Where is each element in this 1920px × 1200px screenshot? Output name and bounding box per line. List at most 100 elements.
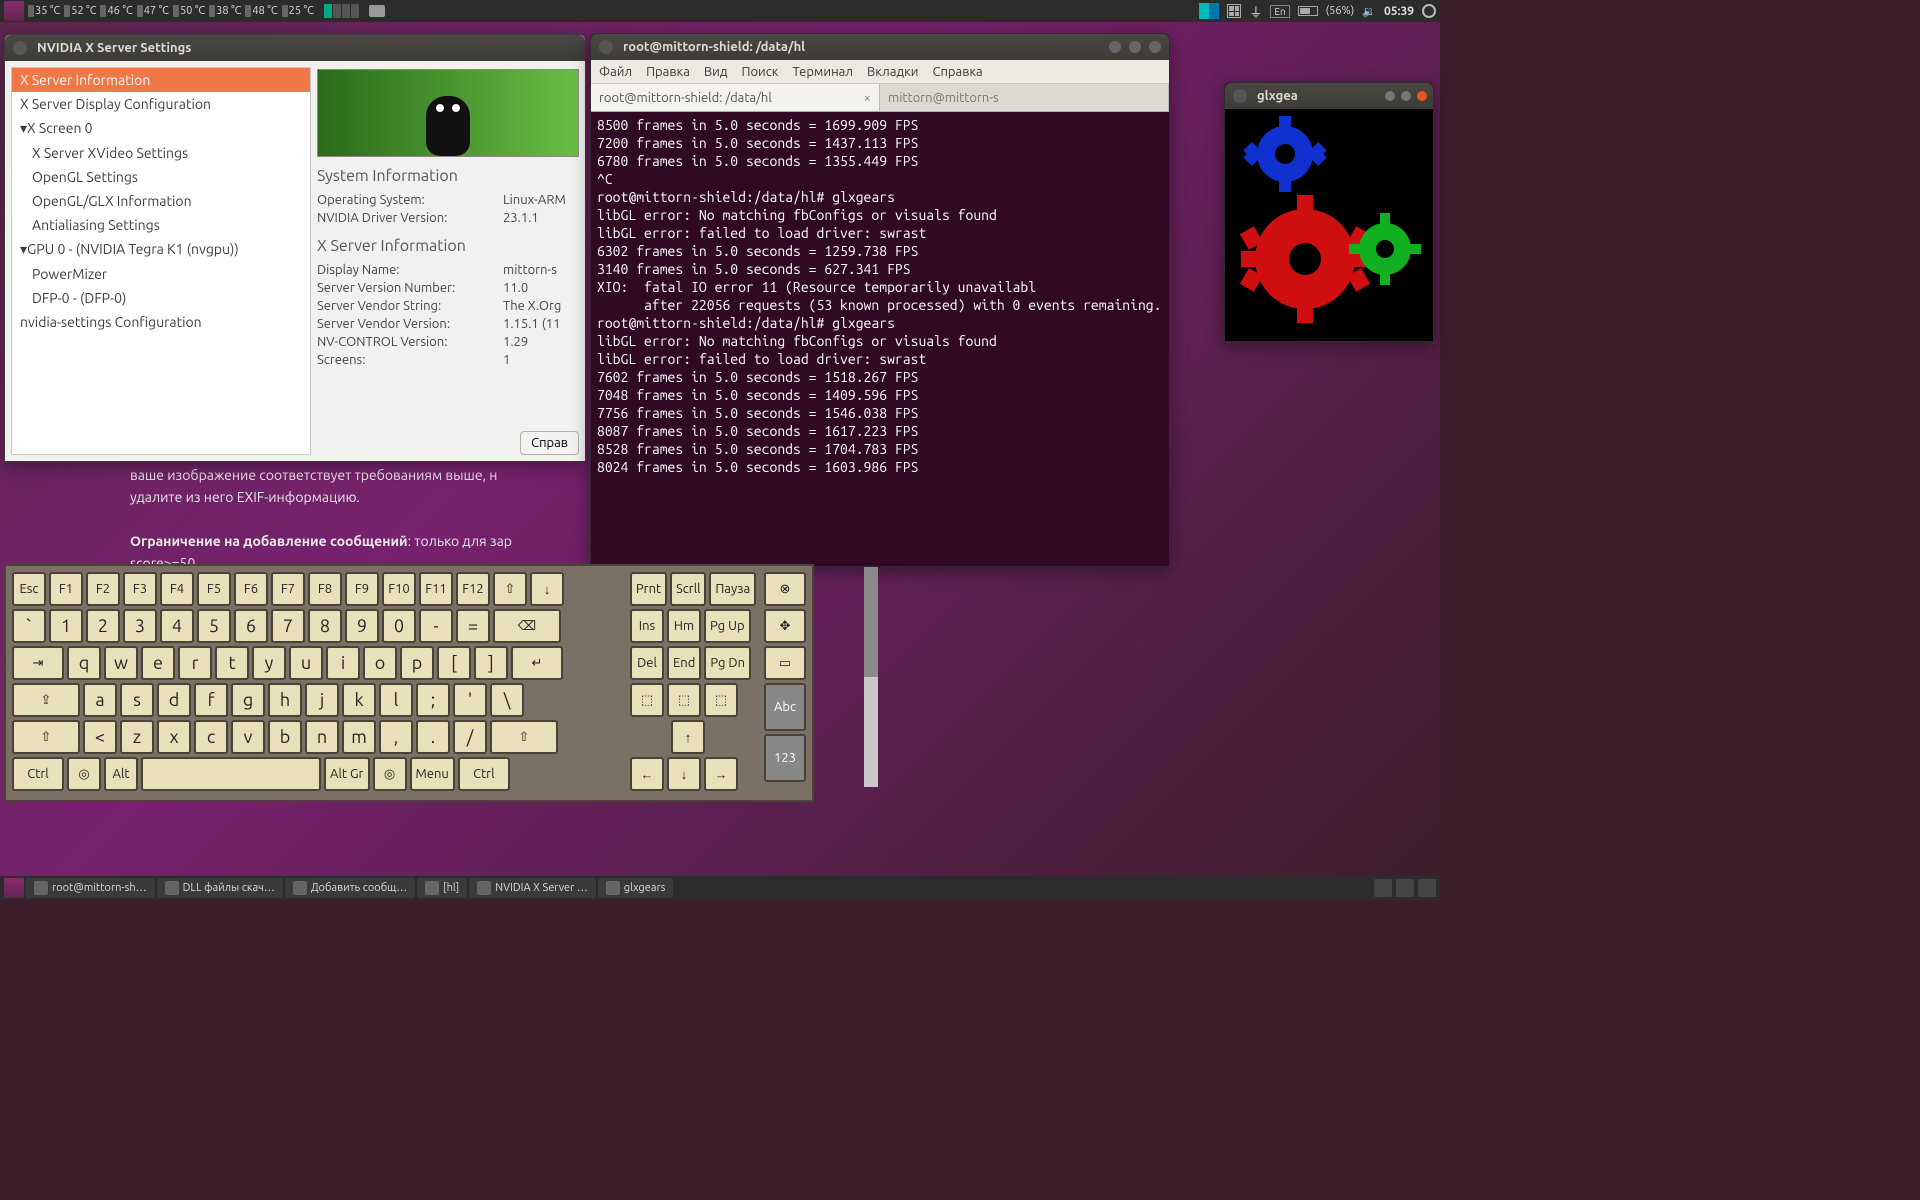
key-sym[interactable]: ← xyxy=(630,757,664,791)
key-t[interactable]: t xyxy=(215,646,249,680)
tray-icon[interactable] xyxy=(1418,879,1436,897)
session-gear-icon[interactable] xyxy=(1422,4,1436,18)
taskbar-item[interactable]: [hl] xyxy=(417,878,467,898)
key-F10[interactable]: F10 xyxy=(382,572,416,606)
sidebar-item[interactable]: PowerMizer xyxy=(12,262,310,286)
key-side[interactable]: Abc xyxy=(764,683,806,731)
key-sym[interactable]: Пауза xyxy=(709,572,756,606)
key-z[interactable]: z xyxy=(120,720,154,754)
key-g[interactable]: g xyxy=(231,683,265,717)
key-c[interactable]: c xyxy=(194,720,228,754)
key-k[interactable]: k xyxy=(342,683,376,717)
key-up[interactable]: ↑ xyxy=(671,720,705,754)
tray-icon[interactable] xyxy=(1396,879,1414,897)
minimize-icon[interactable] xyxy=(1109,41,1121,53)
sidebar-item[interactable]: nvidia-settings Configuration xyxy=(12,310,310,334)
nvidia-sidebar[interactable]: X Server InformationX Server Display Con… xyxy=(11,67,311,455)
key-F6[interactable]: F6 xyxy=(234,572,268,606)
key-sym[interactable] xyxy=(141,757,321,791)
close-icon[interactable] xyxy=(1233,89,1247,103)
key-sym[interactable]: , xyxy=(379,720,413,754)
key-Del[interactable]: Del xyxy=(630,646,664,680)
close-icon[interactable] xyxy=(13,41,27,55)
key-sym[interactable]: ↵ xyxy=(511,646,563,680)
key-u[interactable]: u xyxy=(289,646,323,680)
sidebar-item[interactable]: ▾GPU 0 - (NVIDIA Tegra K1 (nvgpu)) xyxy=(12,237,310,262)
key-f[interactable]: f xyxy=(194,683,228,717)
key-m[interactable]: m xyxy=(342,720,376,754)
taskbar-item[interactable]: NVIDIA X Server … xyxy=(469,878,596,898)
key-side[interactable]: ✥ xyxy=(764,609,806,643)
key-F8[interactable]: F8 xyxy=(308,572,342,606)
sidebar-item[interactable]: X Server Information xyxy=(12,68,310,92)
key-sym[interactable]: - xyxy=(419,609,453,643)
menu-item[interactable]: Вкладки xyxy=(867,65,919,79)
key-j[interactable]: j xyxy=(305,683,339,717)
key-sym[interactable]: ⌫ xyxy=(493,609,561,643)
key-Ctrl[interactable]: Ctrl xyxy=(12,757,64,791)
close-icon[interactable] xyxy=(1417,91,1427,101)
sidebar-item[interactable]: Antialiasing Settings xyxy=(12,213,310,237)
key-r[interactable]: r xyxy=(178,646,212,680)
key-sym[interactable]: \ xyxy=(490,683,524,717)
key-Prnt[interactable]: Prnt xyxy=(630,572,667,606)
apps-icon[interactable] xyxy=(1227,4,1241,18)
close-icon[interactable] xyxy=(1149,41,1161,53)
key-side[interactable]: 123 xyxy=(764,734,806,782)
key-Esc[interactable]: Esc xyxy=(12,572,46,606)
key-Ctrl[interactable]: Ctrl xyxy=(458,757,510,791)
tray-icon[interactable] xyxy=(1374,879,1392,897)
key-F3[interactable]: F3 xyxy=(123,572,157,606)
maximize-icon[interactable] xyxy=(1401,91,1411,101)
key-side[interactable]: ▭ xyxy=(764,646,806,680)
key-4[interactable]: 4 xyxy=(160,609,194,643)
terminal-tab[interactable]: root@mittorn-shield: /data/hl× xyxy=(591,84,880,111)
key-sym[interactable]: ] xyxy=(474,646,508,680)
key-v[interactable]: v xyxy=(231,720,265,754)
titlebar[interactable]: glxgea xyxy=(1225,83,1433,109)
key-w[interactable]: w xyxy=(104,646,138,680)
key-sym[interactable]: = xyxy=(456,609,490,643)
key-y[interactable]: y xyxy=(252,646,286,680)
menu-item[interactable]: Поиск xyxy=(741,65,778,79)
key-i[interactable]: i xyxy=(326,646,360,680)
key-side[interactable]: ⊗ xyxy=(764,572,806,606)
menu-item[interactable]: Правка xyxy=(646,65,690,79)
menu-item[interactable]: Вид xyxy=(704,65,728,79)
key-e[interactable]: e xyxy=(141,646,175,680)
key-7[interactable]: 7 xyxy=(271,609,305,643)
key-sym[interactable]: [ xyxy=(437,646,471,680)
key-Scrll[interactable]: Scrll xyxy=(670,572,706,606)
show-desktop-icon[interactable] xyxy=(4,878,24,898)
camera-icon[interactable] xyxy=(369,5,385,17)
minimize-icon[interactable] xyxy=(1385,91,1395,101)
indicator-icon[interactable] xyxy=(1199,3,1219,19)
taskbar-item[interactable]: DLL файлы скач… xyxy=(157,878,283,898)
key-sym[interactable]: ⇧ xyxy=(12,720,80,754)
scrollbar[interactable] xyxy=(864,567,878,787)
titlebar[interactable]: NVIDIA X Server Settings xyxy=(5,35,585,61)
key-sym[interactable]: ◎ xyxy=(373,757,407,791)
key-sym[interactable]: . xyxy=(416,720,450,754)
volume-icon[interactable]: 🔉 xyxy=(1362,5,1376,18)
key-6[interactable]: 6 xyxy=(234,609,268,643)
taskbar-item[interactable]: glxgears xyxy=(598,878,674,898)
taskbar-item[interactable]: root@mittorn-sh… xyxy=(26,878,155,898)
taskbar-item[interactable]: Добавить сообщ… xyxy=(285,878,415,898)
key-PgDn[interactable]: Pg Dn xyxy=(704,646,751,680)
key-F1[interactable]: F1 xyxy=(49,572,83,606)
key-sym[interactable]: ; xyxy=(416,683,450,717)
key-d[interactable]: d xyxy=(157,683,191,717)
sidebar-item[interactable]: X Server Display Configuration xyxy=(12,92,310,116)
key-8[interactable]: 8 xyxy=(308,609,342,643)
key-h[interactable]: h xyxy=(268,683,302,717)
sidebar-item[interactable]: DFP-0 - (DFP-0) xyxy=(12,286,310,310)
bfb-icon[interactable] xyxy=(4,1,24,21)
key-Ins[interactable]: Ins xyxy=(630,609,664,643)
key-mod[interactable]: ⬚ xyxy=(667,683,701,717)
key-sym[interactable]: < xyxy=(83,720,117,754)
workspace-switcher-icon[interactable] xyxy=(324,4,359,18)
terminal-body[interactable]: 8500 frames in 5.0 seconds = 1699.909 FP… xyxy=(591,112,1169,566)
key-Hm[interactable]: Hm xyxy=(667,609,701,643)
tab-close-icon[interactable]: × xyxy=(864,91,871,105)
